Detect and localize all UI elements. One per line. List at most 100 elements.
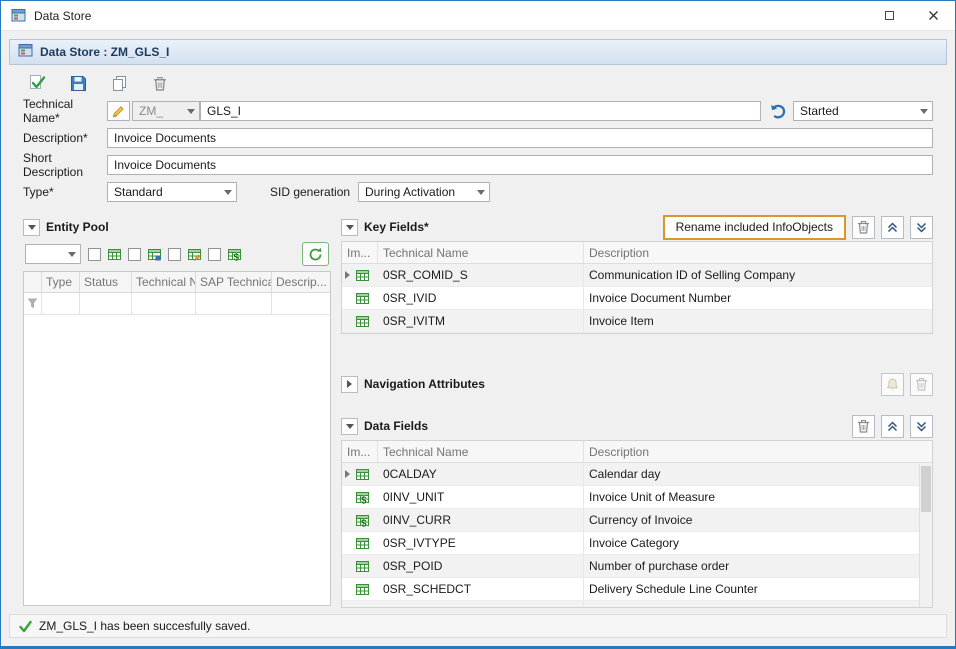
key-fields-move-down-button[interactable]	[910, 216, 933, 239]
infoobject-icon	[356, 537, 369, 550]
table-row-partial[interactable]	[342, 601, 932, 608]
filter-checkbox-4[interactable]	[208, 248, 221, 261]
data-fields-move-down-button[interactable]	[910, 415, 933, 438]
datastore-icon	[18, 43, 33, 61]
trash-icon	[153, 76, 167, 91]
short-description-label: Short Description	[23, 151, 107, 179]
data-fields-table-header: Im... Technical Name Description	[342, 441, 932, 463]
navigation-attributes-generate-button[interactable]	[881, 373, 904, 396]
key-fields-delete-button[interactable]	[852, 216, 875, 239]
technical-name-cell: 0INV_UNIT	[378, 486, 584, 508]
column-header-description[interactable]: Description	[584, 441, 932, 462]
infoobject-keyfigure-icon: $	[356, 491, 369, 504]
edit-name-button[interactable]	[107, 101, 130, 121]
filter-cell-description[interactable]	[272, 293, 330, 314]
technical-name-cell: 0SR_SCHEDCT	[378, 578, 584, 600]
key-fields-collapse-button[interactable]	[341, 219, 358, 236]
table-row[interactable]: 0SR_POID Number of purchase order	[342, 555, 932, 578]
infoobject-icon	[356, 468, 369, 481]
technical-name-row: Technical Name* ZM_ GLS_I Started	[23, 101, 933, 121]
copy-button[interactable]	[108, 72, 130, 94]
filter-cell-sap-technical[interactable]	[196, 293, 272, 314]
short-description-input[interactable]: Invoice Documents	[107, 155, 933, 175]
navigation-attributes-delete-button[interactable]	[910, 373, 933, 396]
column-header-status[interactable]: Status	[80, 272, 132, 292]
prefix-combo[interactable]: ZM_	[132, 101, 200, 121]
description-input[interactable]: Invoice Documents	[107, 128, 933, 148]
filter-checkbox-2[interactable]	[128, 248, 141, 261]
table-row[interactable]: $ 0INV_CURR Currency of Invoice	[342, 509, 932, 532]
filter-checkbox-3[interactable]	[168, 248, 181, 261]
scrollbar-thumb[interactable]	[921, 466, 931, 512]
status-combo[interactable]: Started	[793, 101, 933, 121]
table-row[interactable]: 0SR_IVTYPE Invoice Category	[342, 532, 932, 555]
data-fields-move-up-button[interactable]	[881, 415, 904, 438]
navigation-attributes-expand-button[interactable]	[341, 376, 358, 393]
table-row[interactable]: $ 0INV_UNIT Invoice Unit of Measure	[342, 486, 932, 509]
technical-name-cell: 0SR_IVTYPE	[378, 532, 584, 554]
sid-generation-combo[interactable]: During Activation	[358, 182, 490, 202]
activate-button[interactable]	[26, 72, 48, 94]
svg-text:$: $	[234, 252, 240, 261]
chevron-down-icon	[224, 190, 232, 195]
filter-cell-type[interactable]	[42, 293, 80, 314]
technical-name-label: Technical Name*	[23, 97, 107, 125]
technical-name-cell	[378, 601, 584, 608]
filter-cell-status[interactable]	[80, 293, 132, 314]
data-fields-delete-button[interactable]	[852, 415, 875, 438]
infoobject-icon	[356, 315, 369, 328]
filter-checkbox-1[interactable]	[88, 248, 101, 261]
vertical-scrollbar[interactable]	[919, 464, 932, 607]
column-header-type[interactable]: Type	[42, 272, 80, 292]
column-header-im[interactable]: Im...	[342, 242, 378, 263]
undo-button[interactable]	[765, 101, 789, 121]
type-combo[interactable]: Standard	[107, 182, 237, 202]
delete-button[interactable]	[149, 72, 171, 94]
funnel-icon	[27, 298, 38, 309]
rename-infoobjects-button[interactable]: Rename included InfoObjects	[663, 215, 846, 240]
table-row[interactable]: 0CALDAY Calendar day	[342, 463, 932, 486]
fields-column: Key Fields* Rename included InfoObjects	[341, 213, 933, 606]
save-button[interactable]	[67, 72, 89, 94]
filter-cell-technical-name[interactable]	[132, 293, 196, 314]
editor-title: Data Store : ZM_GLS_I	[40, 45, 169, 59]
entity-type-combo[interactable]	[25, 244, 81, 264]
row-icon-cell	[342, 264, 378, 286]
chevron-down-icon	[28, 225, 36, 230]
column-header-description[interactable]: Description	[584, 242, 932, 263]
column-header-technical-name[interactable]: Technical Name	[378, 242, 584, 263]
refresh-button[interactable]	[302, 242, 329, 266]
expand-arrow-icon[interactable]	[345, 271, 354, 280]
short-description-row: Short Description Invoice Documents	[23, 155, 933, 175]
entity-pool-collapse-button[interactable]	[23, 219, 40, 236]
data-fields-collapse-button[interactable]	[341, 418, 358, 435]
attributes-icon	[886, 378, 899, 391]
trash-icon	[857, 220, 870, 234]
column-header-im[interactable]: Im...	[342, 441, 378, 462]
description-cell: Calendar day	[584, 463, 932, 485]
expander-spacer	[345, 317, 354, 326]
maximize-button[interactable]	[867, 1, 911, 31]
expand-arrow-icon[interactable]	[345, 470, 354, 479]
activate-check-icon	[28, 74, 46, 92]
column-header-technical-name[interactable]: Technical Name	[378, 441, 584, 462]
table-row[interactable]: 0SR_COMID_S Communication ID of Selling …	[342, 264, 932, 287]
table-row[interactable]: 0SR_IVID Invoice Document Number	[342, 287, 932, 310]
prefix-value: ZM_	[139, 104, 163, 118]
key-fields-table: Im... Technical Name Description 0SR_COM…	[341, 241, 933, 334]
column-header-sap-technical[interactable]: SAP Technical ...	[196, 272, 272, 292]
row-icon-cell	[342, 310, 378, 332]
table-row[interactable]: 0SR_SCHEDCT Delivery Schedule Line Count…	[342, 578, 932, 601]
key-fields-table-header: Im... Technical Name Description	[342, 242, 932, 264]
key-fields-move-up-button[interactable]	[881, 216, 904, 239]
filter-characteristic-icon	[108, 248, 121, 261]
technical-name-input[interactable]: GLS_I	[200, 101, 761, 121]
row-icon-cell	[342, 463, 378, 485]
column-header-technical-name[interactable]: Technical N...	[132, 272, 196, 292]
infoobject-icon	[356, 292, 369, 305]
column-header-description[interactable]: Descrip...	[272, 272, 330, 292]
table-row[interactable]: 0SR_IVITM Invoice Item	[342, 310, 932, 333]
expander-spacer	[345, 294, 354, 303]
key-fields-title: Key Fields*	[364, 220, 429, 234]
close-button[interactable]	[911, 1, 955, 31]
